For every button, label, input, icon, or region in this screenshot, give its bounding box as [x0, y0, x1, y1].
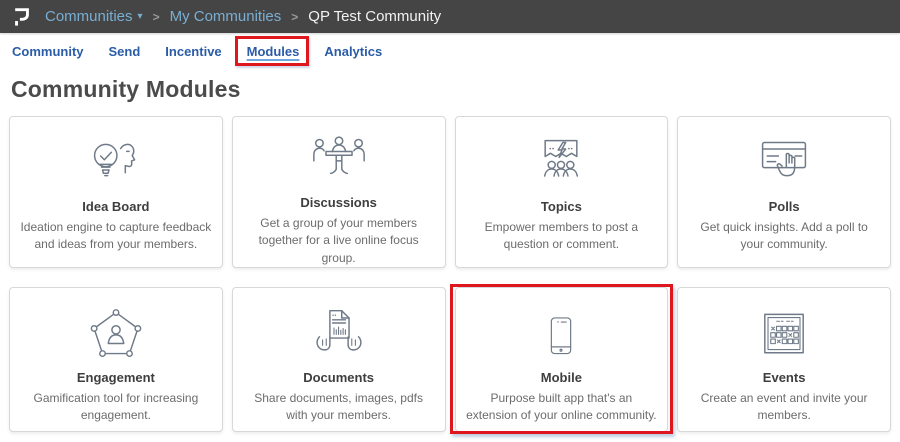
tab-modules[interactable]: Modules: [247, 44, 300, 59]
module-title: Topics: [541, 199, 582, 214]
module-card-events[interactable]: Events Create an event and invite your m…: [677, 287, 891, 432]
documents-icon: [308, 303, 370, 361]
module-card-topics[interactable]: Topics Empower members to post a questio…: [455, 116, 669, 268]
module-title: Mobile: [541, 370, 582, 385]
questionpro-logo-icon[interactable]: [12, 5, 32, 28]
module-card-documents[interactable]: Documents Share documents, images, pdfs …: [232, 287, 446, 432]
mobile-icon: [546, 303, 576, 361]
tab-incentive[interactable]: Incentive: [165, 44, 221, 59]
tab-send[interactable]: Send: [109, 44, 141, 59]
module-description: Create an event and invite your members.: [688, 390, 880, 425]
breadcrumb-current-community: QP Test Community: [308, 8, 441, 25]
module-title: Engagement: [77, 370, 155, 385]
module-description: Purpose built app that's an extension of…: [466, 390, 658, 425]
tab-analytics[interactable]: Analytics: [324, 44, 382, 59]
module-title: Idea Board: [82, 199, 149, 214]
module-card-discussions[interactable]: Discussions Get a group of your members …: [232, 116, 446, 268]
modules-grid: Idea Board Ideation engine to capture fe…: [0, 116, 900, 432]
topics-icon: [529, 132, 593, 190]
module-card-idea-board[interactable]: Idea Board Ideation engine to capture fe…: [9, 116, 223, 268]
module-card-mobile[interactable]: Mobile Purpose built app that's an exten…: [455, 287, 669, 432]
module-card-engagement[interactable]: Engagement Gamification tool for increas…: [9, 287, 223, 432]
page-title: Community Modules: [0, 76, 900, 103]
module-description: Empower members to post a question or co…: [466, 219, 658, 254]
module-description: Share documents, images, pdfs with your …: [243, 390, 435, 425]
dropdown-caret-icon[interactable]: ▾: [138, 11, 143, 22]
module-card-polls[interactable]: Polls Get quick insights. Add a poll to …: [677, 116, 891, 268]
community-nav-tabs: Community Send Incentive Modules Analyti…: [0, 33, 900, 69]
module-description: Get a group of your members together for…: [243, 215, 435, 267]
breadcrumb-separator: >: [153, 10, 160, 24]
engagement-icon: [85, 303, 147, 361]
breadcrumb-separator: >: [291, 10, 298, 24]
breadcrumb-my-communities[interactable]: My Communities: [170, 8, 282, 25]
discussions-icon: [307, 132, 371, 186]
module-description: Get quick insights. Add a poll to your c…: [688, 219, 880, 254]
tab-modules-wrap: Modules: [247, 43, 300, 61]
tab-community[interactable]: Community: [12, 44, 84, 59]
module-title: Documents: [303, 370, 374, 385]
module-description: Ideation engine to capture feedback and …: [20, 219, 212, 254]
polls-icon: [752, 132, 816, 190]
events-icon: [754, 303, 814, 361]
idea-board-icon: [84, 132, 148, 190]
module-title: Events: [763, 370, 806, 385]
module-description: Gamification tool for increasing engagem…: [20, 390, 212, 425]
top-header-bar: Communities ▾ > My Communities > QP Test…: [0, 0, 900, 33]
module-title: Polls: [769, 199, 800, 214]
module-title: Discussions: [300, 195, 377, 210]
breadcrumb-communities[interactable]: Communities: [45, 8, 133, 25]
